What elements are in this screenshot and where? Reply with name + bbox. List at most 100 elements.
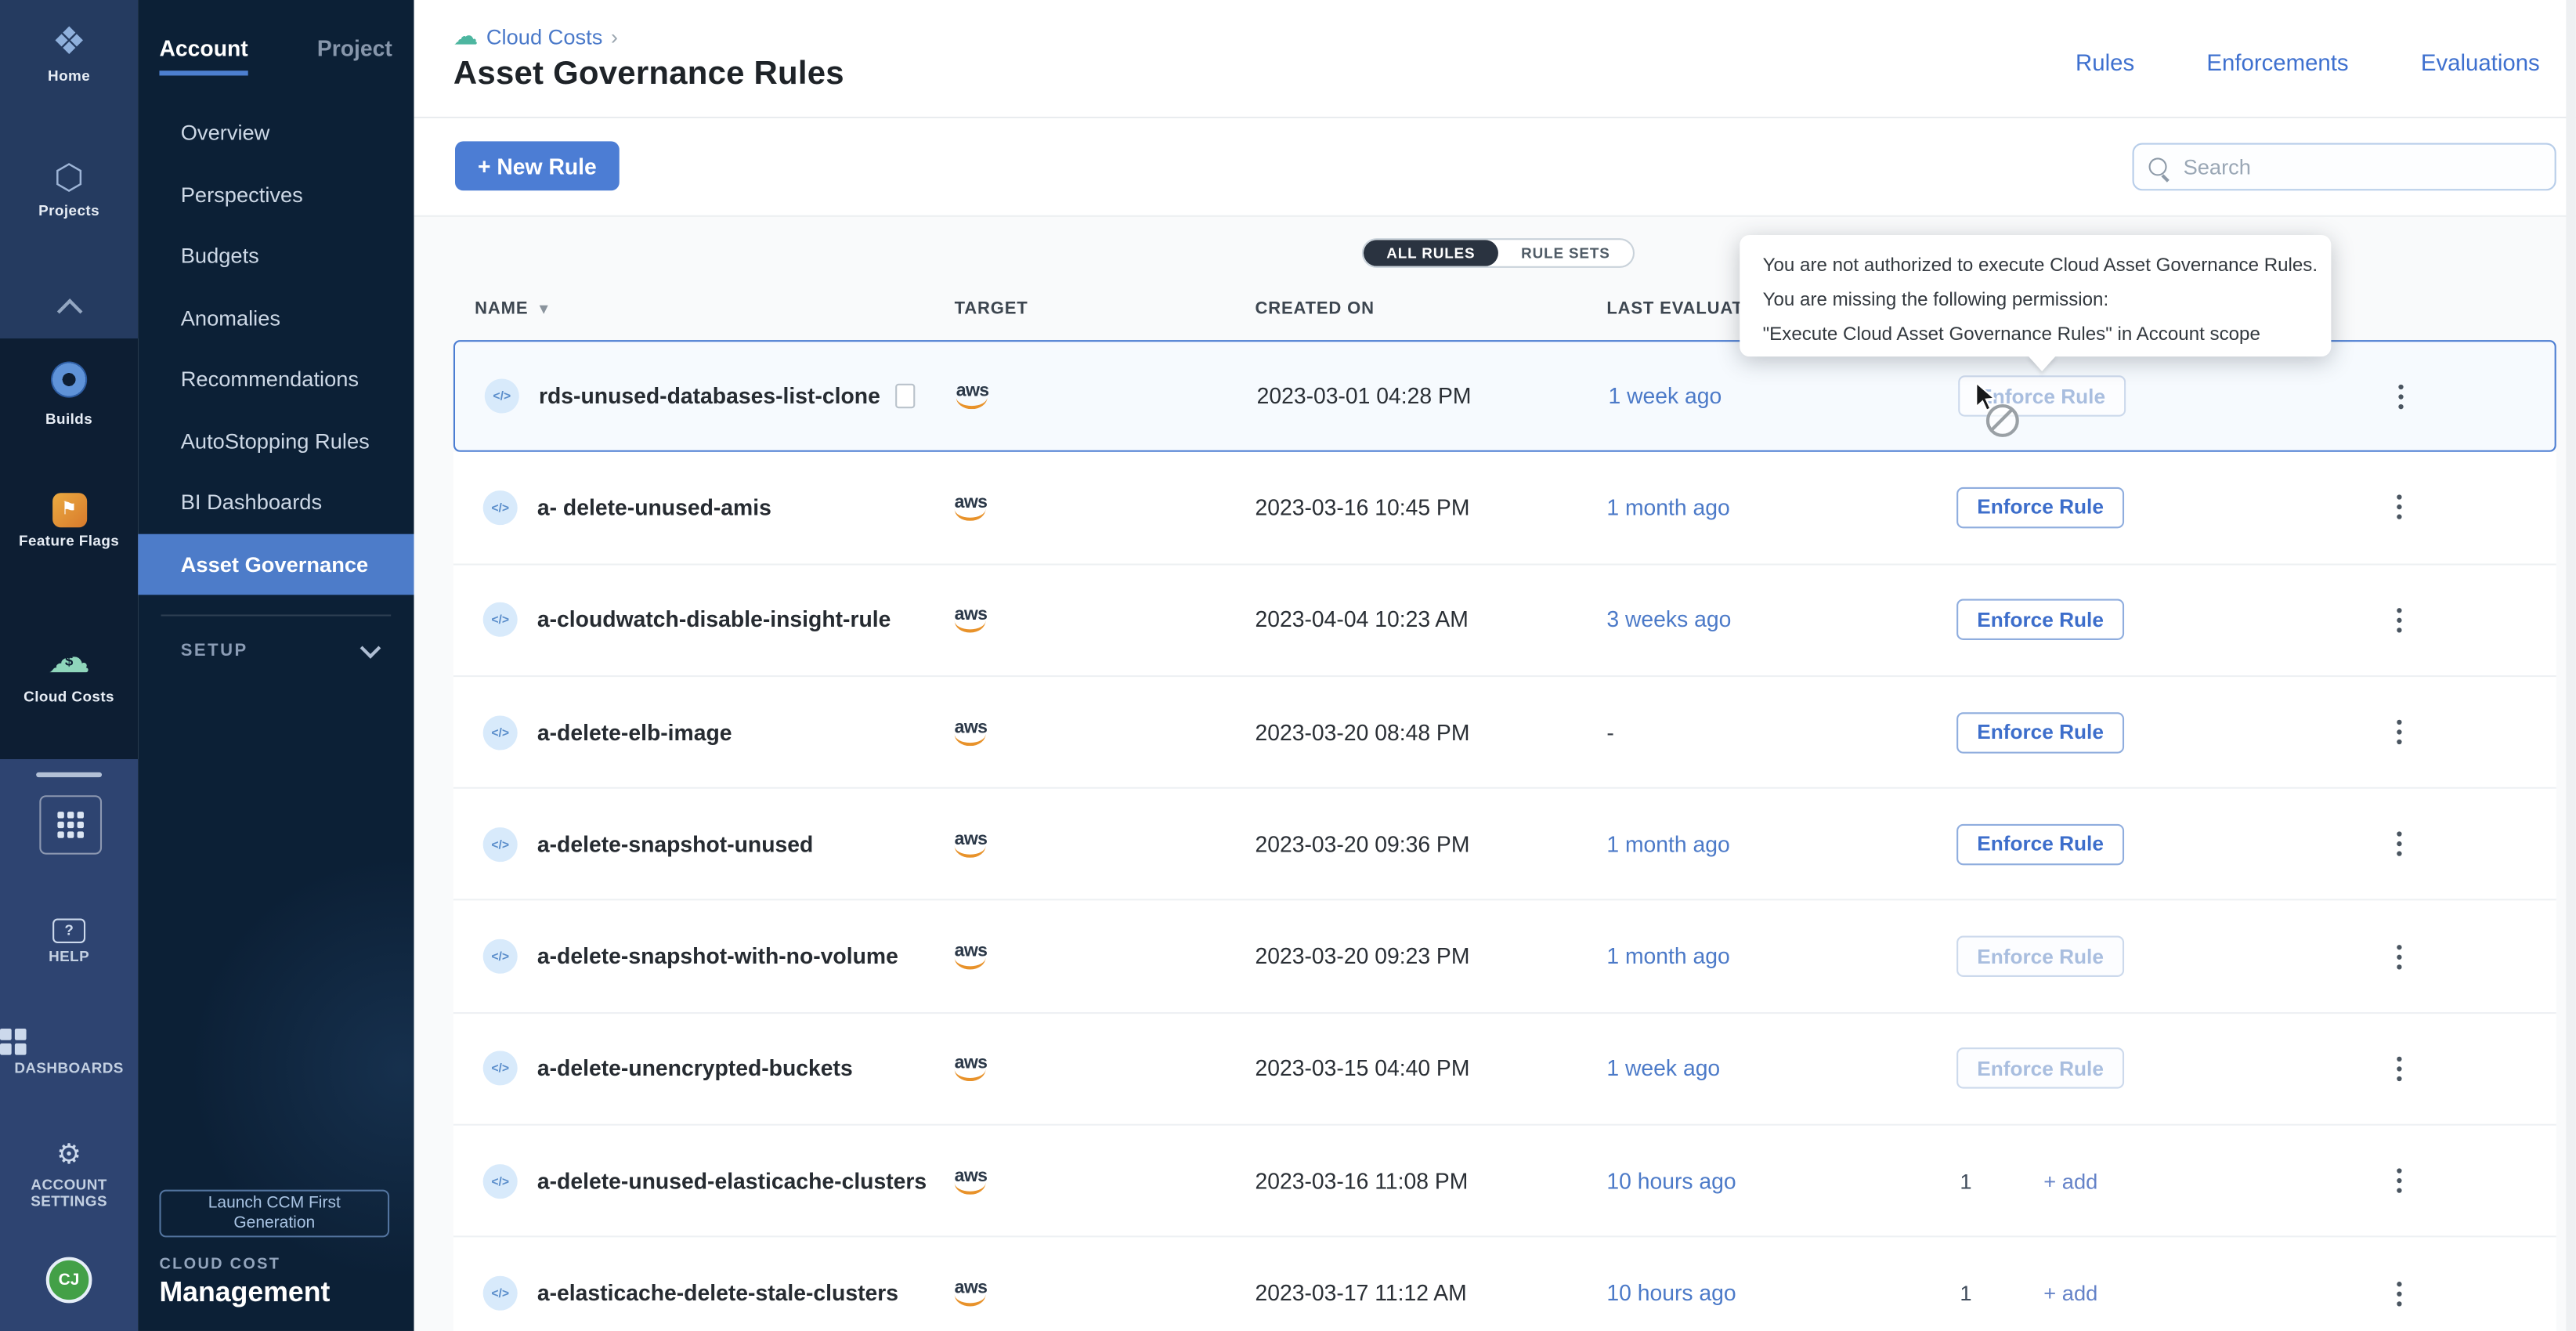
- rail-drag-handle[interactable]: [36, 772, 102, 777]
- table-row[interactable]: </> a-delete-unencrypted-buckets aws 202…: [453, 1014, 2556, 1126]
- nav-item-asset-governance[interactable]: Asset Governance: [138, 533, 414, 595]
- module-picker-button[interactable]: [39, 795, 102, 855]
- dashboards-icon: [0, 1029, 138, 1055]
- created-on-value: 2023-03-20 08:48 PM: [1255, 720, 1469, 744]
- toggle-rule-sets[interactable]: RULE SETS: [1498, 240, 1633, 266]
- last-evaluation-link[interactable]: 1 month ago: [1606, 832, 1729, 856]
- permission-tooltip: You are not authorized to execute Cloud …: [1740, 235, 2331, 356]
- last-evaluation-link[interactable]: 10 hours ago: [1606, 1169, 1736, 1193]
- created-on-value: 2023-03-17 11:12 AM: [1255, 1281, 1466, 1305]
- row-menu-button[interactable]: [2386, 939, 2412, 975]
- nav-item-list: OverviewPerspectivesBudgetsAnomaliesReco…: [138, 102, 414, 595]
- rail-collapse-button[interactable]: [0, 299, 138, 329]
- row-menu-button[interactable]: [2386, 714, 2412, 750]
- projects-icon: ⬡: [54, 161, 84, 196]
- row-menu-button[interactable]: [2386, 490, 2412, 526]
- created-on-value: 2023-03-16 11:08 PM: [1255, 1169, 1468, 1193]
- nav-item-anomalies[interactable]: Anomalies: [138, 287, 414, 349]
- table-row[interactable]: </> a-cloudwatch-disable-insight-rule aw…: [453, 565, 2556, 677]
- last-evaluation-link[interactable]: 1 month ago: [1606, 495, 1729, 519]
- sidebar-item-home[interactable]: ❖ Home: [0, 23, 138, 84]
- row-menu-button[interactable]: [2386, 1051, 2412, 1087]
- rule-name: a-delete-unused-elasticache-clusters: [537, 1169, 927, 1193]
- link-evaluations[interactable]: Evaluations: [2421, 49, 2540, 76]
- rule-icon: </>: [483, 1276, 518, 1311]
- sidebar-item-dashboards[interactable]: DASHBOARDS: [0, 1029, 138, 1076]
- projects-label: Projects: [0, 202, 138, 219]
- enforce-rule-button[interactable]: Enforce Rule: [1956, 487, 2124, 528]
- row-menu-button[interactable]: [2386, 826, 2412, 863]
- last-evaluation-link[interactable]: 1 week ago: [1606, 1057, 1720, 1081]
- help-label: HELP: [0, 948, 138, 964]
- aws-target-icon: aws: [955, 494, 988, 521]
- rule-name: a-delete-snapshot-unused: [537, 832, 813, 856]
- rule-icon: </>: [483, 1163, 518, 1198]
- add-enforcement-link[interactable]: + add: [2043, 1169, 2097, 1193]
- search-input[interactable]: [2180, 153, 2515, 181]
- aws-target-icon: aws: [956, 383, 989, 410]
- nav-item-bi-dashboards[interactable]: BI Dashboards: [138, 472, 414, 533]
- enforce-rule-button[interactable]: Enforce Rule: [1956, 711, 2124, 752]
- user-avatar[interactable]: CJ: [46, 1257, 92, 1304]
- table-row[interactable]: </> a- delete-unused-amis aws 2023-03-16…: [453, 452, 2556, 564]
- row-menu-button[interactable]: [2386, 1275, 2412, 1311]
- created-on-value: 2023-03-20 09:36 PM: [1255, 832, 1469, 856]
- row-menu-button[interactable]: [2386, 1163, 2412, 1199]
- nav-item-overview[interactable]: Overview: [138, 102, 414, 164]
- enforce-rule-button[interactable]: Enforce Rule: [1956, 936, 2124, 977]
- rules-table-body: </> rds-unused-databases-list-clone aws …: [453, 340, 2556, 1331]
- enforce-rule-button[interactable]: Enforce Rule: [1956, 824, 2124, 865]
- sidebar-item-help[interactable]: ? HELP: [0, 913, 138, 964]
- nav-item-autostopping-rules[interactable]: AutoStopping Rules: [138, 410, 414, 472]
- column-header-name[interactable]: NAME▼: [475, 299, 551, 319]
- last-evaluation-link[interactable]: 10 hours ago: [1606, 1281, 1736, 1305]
- setup-section-toggle[interactable]: SETUP: [181, 641, 378, 660]
- sidebar-item-projects[interactable]: ⬡ Projects: [0, 161, 138, 219]
- tab-project[interactable]: Project: [317, 36, 392, 75]
- product-eyebrow: CLOUD COST: [159, 1255, 280, 1273]
- cloud-costs-icon: ☁$: [48, 633, 91, 684]
- created-on-value: 2023-03-15 04:40 PM: [1255, 1057, 1469, 1081]
- table-row[interactable]: </> a-delete-snapshot-with-no-volume aws…: [453, 901, 2556, 1013]
- tab-account[interactable]: Account: [159, 36, 247, 75]
- cloud-costs-label: Cloud Costs: [0, 689, 138, 705]
- scrollbar-track[interactable]: [2566, 0, 2576, 1331]
- product-name: Management: [159, 1277, 330, 1310]
- new-rule-button[interactable]: + New Rule: [455, 141, 620, 190]
- module-nav-panel: Account Project OverviewPerspectivesBudg…: [138, 0, 414, 1331]
- last-evaluation-link[interactable]: 1 week ago: [1608, 384, 1722, 408]
- table-row[interactable]: </> a-delete-snapshot-unused aws 2023-03…: [453, 789, 2556, 901]
- nav-item-budgets[interactable]: Budgets: [138, 225, 414, 287]
- rule-name: a-elasticache-delete-stale-clusters: [537, 1281, 898, 1305]
- row-menu-button[interactable]: [2387, 378, 2414, 414]
- launch-ccm-first-gen-button[interactable]: Launch CCM First Generation: [159, 1190, 389, 1238]
- enforce-rule-button[interactable]: Enforce Rule: [1958, 376, 2126, 417]
- builds-icon: [51, 361, 87, 397]
- table-row[interactable]: </> rds-unused-databases-list-clone aws …: [453, 340, 2556, 452]
- breadcrumb-cloud-costs-link[interactable]: Cloud Costs: [486, 24, 603, 49]
- row-menu-button[interactable]: [2386, 602, 2412, 638]
- rule-icon: </>: [483, 827, 518, 862]
- add-enforcement-link[interactable]: + add: [2043, 1281, 2097, 1305]
- enforce-rule-button[interactable]: Enforce Rule: [1956, 1048, 2124, 1089]
- sidebar-item-cloud-costs[interactable]: ☁$ Cloud Costs: [0, 633, 138, 705]
- last-evaluation-link[interactable]: 1 month ago: [1606, 944, 1729, 968]
- copy-icon[interactable]: [895, 384, 915, 408]
- nav-item-perspectives[interactable]: Perspectives: [138, 164, 414, 226]
- table-row[interactable]: </> a-elasticache-delete-stale-clusters …: [453, 1238, 2556, 1331]
- sidebar-item-builds[interactable]: Builds: [0, 361, 138, 427]
- toggle-all-rules[interactable]: ALL RULES: [1364, 240, 1498, 266]
- sort-caret-icon: ▼: [537, 301, 552, 317]
- enforce-rule-button[interactable]: Enforce Rule: [1956, 599, 2124, 640]
- aws-target-icon: aws: [955, 943, 988, 970]
- sidebar-item-account-settings[interactable]: ⚙ ACCOUNT SETTINGS: [0, 1141, 138, 1210]
- table-row[interactable]: </> a-delete-unused-elasticache-clusters…: [453, 1126, 2556, 1238]
- table-row[interactable]: </> a-delete-elb-image aws 2023-03-20 08…: [453, 677, 2556, 789]
- link-rules[interactable]: Rules: [2076, 49, 2134, 76]
- nav-item-recommendations[interactable]: Recommendations: [138, 349, 414, 411]
- link-enforcements[interactable]: Enforcements: [2206, 49, 2348, 76]
- tooltip-line-1: You are not authorized to execute Cloud …: [1763, 250, 2332, 284]
- sidebar-item-feature-flags[interactable]: ⚑ Feature Flags: [0, 493, 138, 548]
- last-evaluation-link[interactable]: 3 weeks ago: [1606, 608, 1731, 632]
- search-box: [2133, 143, 2556, 190]
